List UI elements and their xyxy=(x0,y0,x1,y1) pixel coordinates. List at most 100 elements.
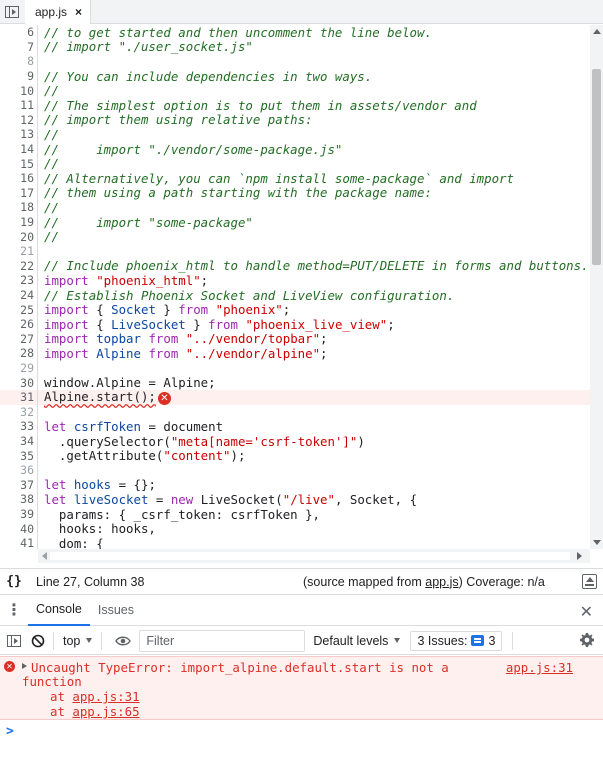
gear-icon[interactable] xyxy=(579,632,595,648)
scroll-up-arrow-icon[interactable] xyxy=(593,29,601,34)
line-number[interactable]: 16 xyxy=(0,171,38,186)
line-number[interactable]: 27 xyxy=(0,331,38,347)
stack-frame-link[interactable]: app.js:65 xyxy=(72,704,139,719)
line-number[interactable]: 21 xyxy=(0,244,38,259)
tab-console[interactable]: Console xyxy=(28,595,90,626)
line-number[interactable]: 24 xyxy=(0,287,38,303)
code-line[interactable]: 7 // import "./user_socket.js" xyxy=(0,39,590,55)
code-line[interactable]: 13 // xyxy=(0,127,590,142)
line-number[interactable]: 33 xyxy=(0,419,38,434)
scrollbar-thumb[interactable] xyxy=(592,69,601,265)
pretty-print-button[interactable]: {} xyxy=(0,574,28,589)
log-levels-dropdown[interactable]: Default levels xyxy=(313,634,401,648)
code-line[interactable]: 24 // Establish Phoenix Socket and LiveVi… xyxy=(0,288,590,303)
console-filter-input[interactable]: Filter xyxy=(139,629,306,652)
line-number[interactable]: 22 xyxy=(0,258,38,274)
line-number[interactable]: 9 xyxy=(0,68,38,84)
close-tab-icon[interactable]: × xyxy=(75,5,82,19)
toggle-debugger-icon[interactable] xyxy=(582,574,597,589)
code-line[interactable]: 25 import { Socket } from "phoenix"; xyxy=(0,302,590,317)
line-number[interactable]: 37 xyxy=(0,477,38,493)
issues-counter-button[interactable]: 3 Issues: 3 xyxy=(410,630,503,651)
code-line[interactable]: 10 // xyxy=(0,83,590,98)
horizontal-scrollbar-thumb[interactable] xyxy=(50,552,570,560)
code-line[interactable]: 39 params: { _csrf_token: csrfToken }, xyxy=(0,507,590,522)
clear-console-button[interactable] xyxy=(28,631,48,651)
code-line[interactable]: 14 // import "./vendor/some-package.js" xyxy=(0,142,590,157)
code-line[interactable]: 38 let liveSocket = new LiveSocket("/live… xyxy=(0,492,590,507)
line-number[interactable]: 15 xyxy=(0,156,38,171)
editor-horizontal-scrollbar[interactable] xyxy=(38,549,590,563)
line-number[interactable]: 6 xyxy=(0,25,38,40)
close-drawer-icon[interactable]: ✕ xyxy=(580,602,593,622)
line-number[interactable]: 36 xyxy=(0,463,38,478)
code-line[interactable]: 41 dom: { xyxy=(0,536,590,549)
line-number[interactable]: 29 xyxy=(0,360,38,376)
cursor-position[interactable]: Line 27, Column 38 xyxy=(36,575,144,589)
line-number[interactable]: 23 xyxy=(0,273,38,288)
code-line[interactable]: 37 let hooks = {}; xyxy=(0,477,590,493)
code-line[interactable]: 32 xyxy=(0,404,590,420)
file-tab-app-js[interactable]: app.js × xyxy=(25,0,92,24)
code-line[interactable]: 16 // Alternatively, you can `npm install… xyxy=(0,171,590,186)
more-tools-kebab-icon[interactable]: ⋮ xyxy=(0,600,28,620)
code-line-error[interactable]: 31 Alpine.start(); ✕ xyxy=(0,389,590,406)
code-line[interactable]: 27 import topbar from "../vendor/topbar"; xyxy=(0,331,590,347)
live-expression-button[interactable] xyxy=(113,631,133,651)
show-console-sidebar-button[interactable] xyxy=(4,631,24,651)
expand-triangle-icon[interactable] xyxy=(22,663,27,669)
context-selector[interactable]: top xyxy=(59,634,96,648)
line-number[interactable]: 39 xyxy=(0,506,38,522)
code-line[interactable]: 22 // Include phoenix_html to handle meth… xyxy=(0,258,590,274)
line-number[interactable]: 28 xyxy=(0,346,38,361)
toggle-navigator-button[interactable] xyxy=(3,3,21,21)
code-line[interactable]: 9 // You can include dependencies in two … xyxy=(0,69,590,84)
code-line[interactable]: 21 xyxy=(0,244,590,259)
scroll-right-arrow-icon[interactable] xyxy=(577,552,582,560)
line-number[interactable]: 41 xyxy=(0,536,38,549)
tab-issues[interactable]: Issues xyxy=(90,595,142,626)
source-map-link[interactable]: app.js xyxy=(425,575,458,589)
line-number[interactable]: 19 xyxy=(0,214,38,230)
code-line[interactable]: 15 // xyxy=(0,156,590,171)
inline-error-icon[interactable]: ✕ xyxy=(157,392,171,406)
code-line[interactable]: 35 .getAttribute("content"); xyxy=(0,448,590,463)
line-number[interactable]: 18 xyxy=(0,200,38,215)
scroll-down-arrow-icon[interactable] xyxy=(593,540,601,545)
line-number[interactable]: 38 xyxy=(0,492,38,507)
editor-vertical-scrollbar[interactable] xyxy=(590,25,603,549)
line-number[interactable]: 35 xyxy=(0,448,38,463)
line-number[interactable]: 30 xyxy=(0,375,38,390)
console-error-message[interactable]: ✕ Uncaught TypeError: import_alpine.defa… xyxy=(0,656,603,720)
line-number[interactable]: 34 xyxy=(0,433,38,449)
error-source-link[interactable]: app.js:31 xyxy=(506,660,573,675)
line-number[interactable]: 7 xyxy=(0,39,38,55)
scroll-left-arrow-icon[interactable] xyxy=(42,552,47,560)
line-number[interactable]: 10 xyxy=(0,83,38,98)
code-line[interactable]: 11 // The simplest option is to put them … xyxy=(0,98,590,113)
code-line[interactable]: 29 xyxy=(0,360,590,376)
code-line[interactable]: 26 import { LiveSocket } from "phoenix_li… xyxy=(0,317,590,332)
line-number[interactable]: 20 xyxy=(0,229,38,244)
code-line[interactable]: 17 // them using a path starting with the… xyxy=(0,185,590,201)
code-line[interactable]: 40 hooks: hooks, xyxy=(0,521,590,536)
line-number[interactable]: 13 xyxy=(0,127,38,142)
code-line[interactable]: 20 // xyxy=(0,229,590,244)
line-number[interactable]: 26 xyxy=(0,317,38,332)
line-number[interactable]: 31 xyxy=(0,390,38,405)
code-line[interactable]: 18 // xyxy=(0,200,590,215)
code-line[interactable]: 30 window.Alpine = Alpine; xyxy=(0,375,590,390)
code-line[interactable]: 36 xyxy=(0,463,590,478)
line-number[interactable]: 32 xyxy=(0,404,38,420)
code-editor[interactable]: 6 // to get started and then uncomment th… xyxy=(0,25,590,549)
code-line[interactable]: 23 import "phoenix_html"; xyxy=(0,273,590,288)
line-number[interactable]: 8 xyxy=(0,54,38,69)
code-line[interactable]: 12 // import them using relative paths: xyxy=(0,112,590,128)
code-line[interactable]: 19 // import "some-package" xyxy=(0,215,590,230)
code-line[interactable]: 33 let csrfToken = document xyxy=(0,419,590,434)
code-line[interactable]: 6 // to get started and then uncomment th… xyxy=(0,25,590,40)
line-number[interactable]: 14 xyxy=(0,141,38,157)
line-number[interactable]: 25 xyxy=(0,302,38,317)
line-number[interactable]: 12 xyxy=(0,112,38,128)
line-number[interactable]: 17 xyxy=(0,185,38,201)
